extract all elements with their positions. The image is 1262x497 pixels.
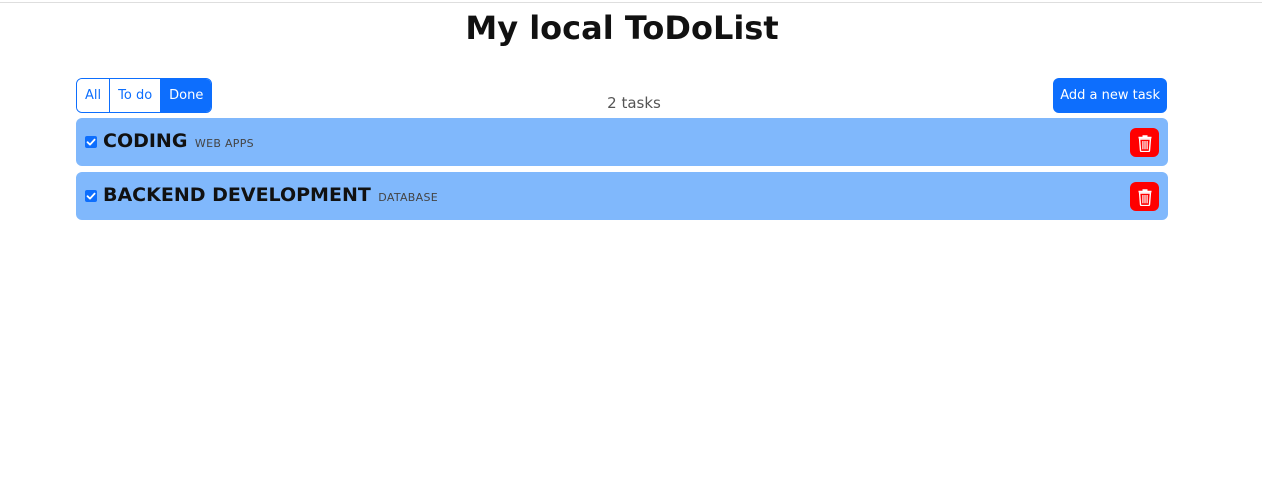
task-item: BACKEND DEVELOPMENT DATABASE <box>76 172 1168 220</box>
task-title: CODING <box>103 130 188 152</box>
trash-icon <box>1138 134 1151 152</box>
task-count: 2 tasks <box>607 94 661 112</box>
checkbox-checked-icon[interactable] <box>85 190 97 202</box>
task-text: CODING WEB APPS <box>103 130 254 152</box>
toolbar: All To do Done 2 tasks Add a new task <box>76 78 1167 113</box>
delete-task-button[interactable] <box>1130 182 1159 211</box>
task-item: CODING WEB APPS <box>76 118 1168 166</box>
checkbox-checked-icon[interactable] <box>85 136 97 148</box>
task-text: BACKEND DEVELOPMENT DATABASE <box>103 184 438 206</box>
task-tag: DATABASE <box>378 191 439 204</box>
task-list: CODING WEB APPS BACKEND DEVELOPMENT DATA… <box>76 118 1168 226</box>
page-title: My local ToDoList <box>465 9 779 47</box>
delete-task-button[interactable] <box>1130 128 1159 157</box>
top-divider <box>0 2 1262 3</box>
task-tag: WEB APPS <box>194 137 254 150</box>
trash-icon <box>1138 188 1151 206</box>
task-title: BACKEND DEVELOPMENT <box>103 184 371 206</box>
add-task-button[interactable]: Add a new task <box>1053 78 1167 113</box>
